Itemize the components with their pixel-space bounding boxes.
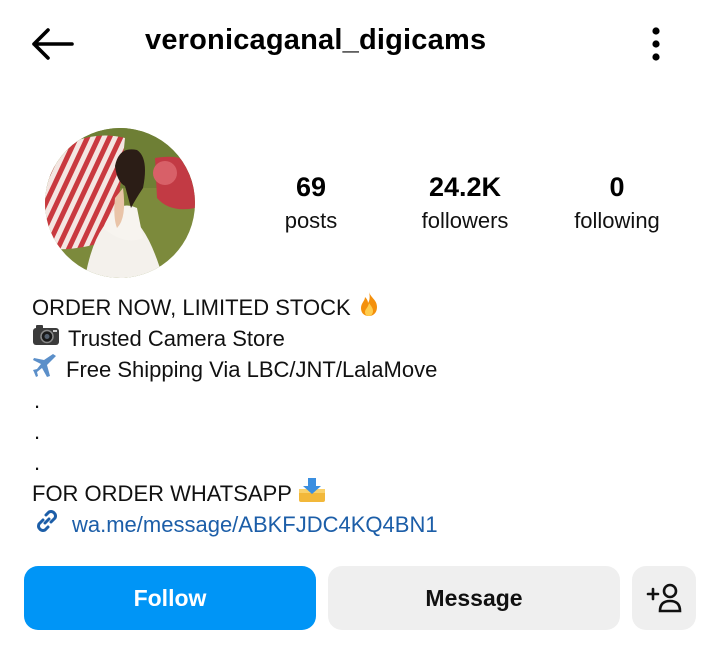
- bio-line-3: Free Shipping Via LBC/JNT/LalaMove: [66, 357, 438, 382]
- profile-bio: ORDER NOW, LIMITED STOCK Trusted Camera …: [32, 291, 692, 540]
- bio-dot: .: [34, 449, 41, 475]
- fire-emoji-icon: [357, 291, 381, 325]
- bio-line-1: ORDER NOW, LIMITED STOCK: [32, 295, 351, 320]
- followers-label: followers: [421, 208, 509, 233]
- add-user-icon: [646, 583, 682, 613]
- bio-dot: .: [34, 418, 41, 444]
- back-arrow-icon: [32, 28, 74, 60]
- followers-count[interactable]: 24.2K followers: [395, 170, 535, 238]
- following-label: following: [574, 208, 660, 233]
- inbox-tray-emoji-icon: [298, 477, 326, 511]
- following-count[interactable]: 0 following: [547, 170, 687, 238]
- bio-dot: .: [34, 387, 41, 413]
- bio-link-text[interactable]: wa.me/message/ABKFJDC4KQ4BN1: [72, 509, 438, 540]
- bio-line: FOR ORDER WHATSAPP: [32, 477, 692, 511]
- profile-username: veronicaganal_digicams: [145, 24, 487, 56]
- following-value: 0: [609, 172, 625, 202]
- bio-line: Free Shipping Via LBC/JNT/LalaMove: [32, 353, 692, 386]
- more-vertical-icon: [652, 27, 660, 61]
- message-button[interactable]: Message: [328, 566, 620, 630]
- airplane-emoji-icon: [32, 353, 58, 386]
- link-icon: [32, 506, 62, 544]
- follow-button[interactable]: Follow: [24, 566, 316, 630]
- bio-link[interactable]: wa.me/message/ABKFJDC4KQ4BN1: [32, 509, 692, 540]
- posts-value: 69: [295, 172, 327, 202]
- posts-count[interactable]: 69 posts: [241, 170, 381, 238]
- more-options-button[interactable]: [640, 22, 672, 66]
- follow-button-label: Follow: [133, 584, 207, 611]
- avatar-photo: [45, 128, 195, 278]
- bio-line-2: Trusted Camera Store: [68, 326, 285, 351]
- suggested-users-button[interactable]: [632, 566, 696, 630]
- back-button[interactable]: [28, 22, 84, 66]
- bio-line: ORDER NOW, LIMITED STOCK: [32, 291, 692, 325]
- bio-line-4: FOR ORDER WHATSAPP: [32, 481, 292, 506]
- posts-label: posts: [284, 208, 338, 233]
- message-button-label: Message: [425, 584, 523, 611]
- profile-header: veronicaganal_digicams: [0, 0, 720, 90]
- profile-avatar[interactable]: [45, 128, 195, 278]
- followers-value: 24.2K: [428, 172, 502, 202]
- bio-line: Trusted Camera Store: [32, 323, 692, 354]
- camera-emoji-icon: [32, 323, 60, 354]
